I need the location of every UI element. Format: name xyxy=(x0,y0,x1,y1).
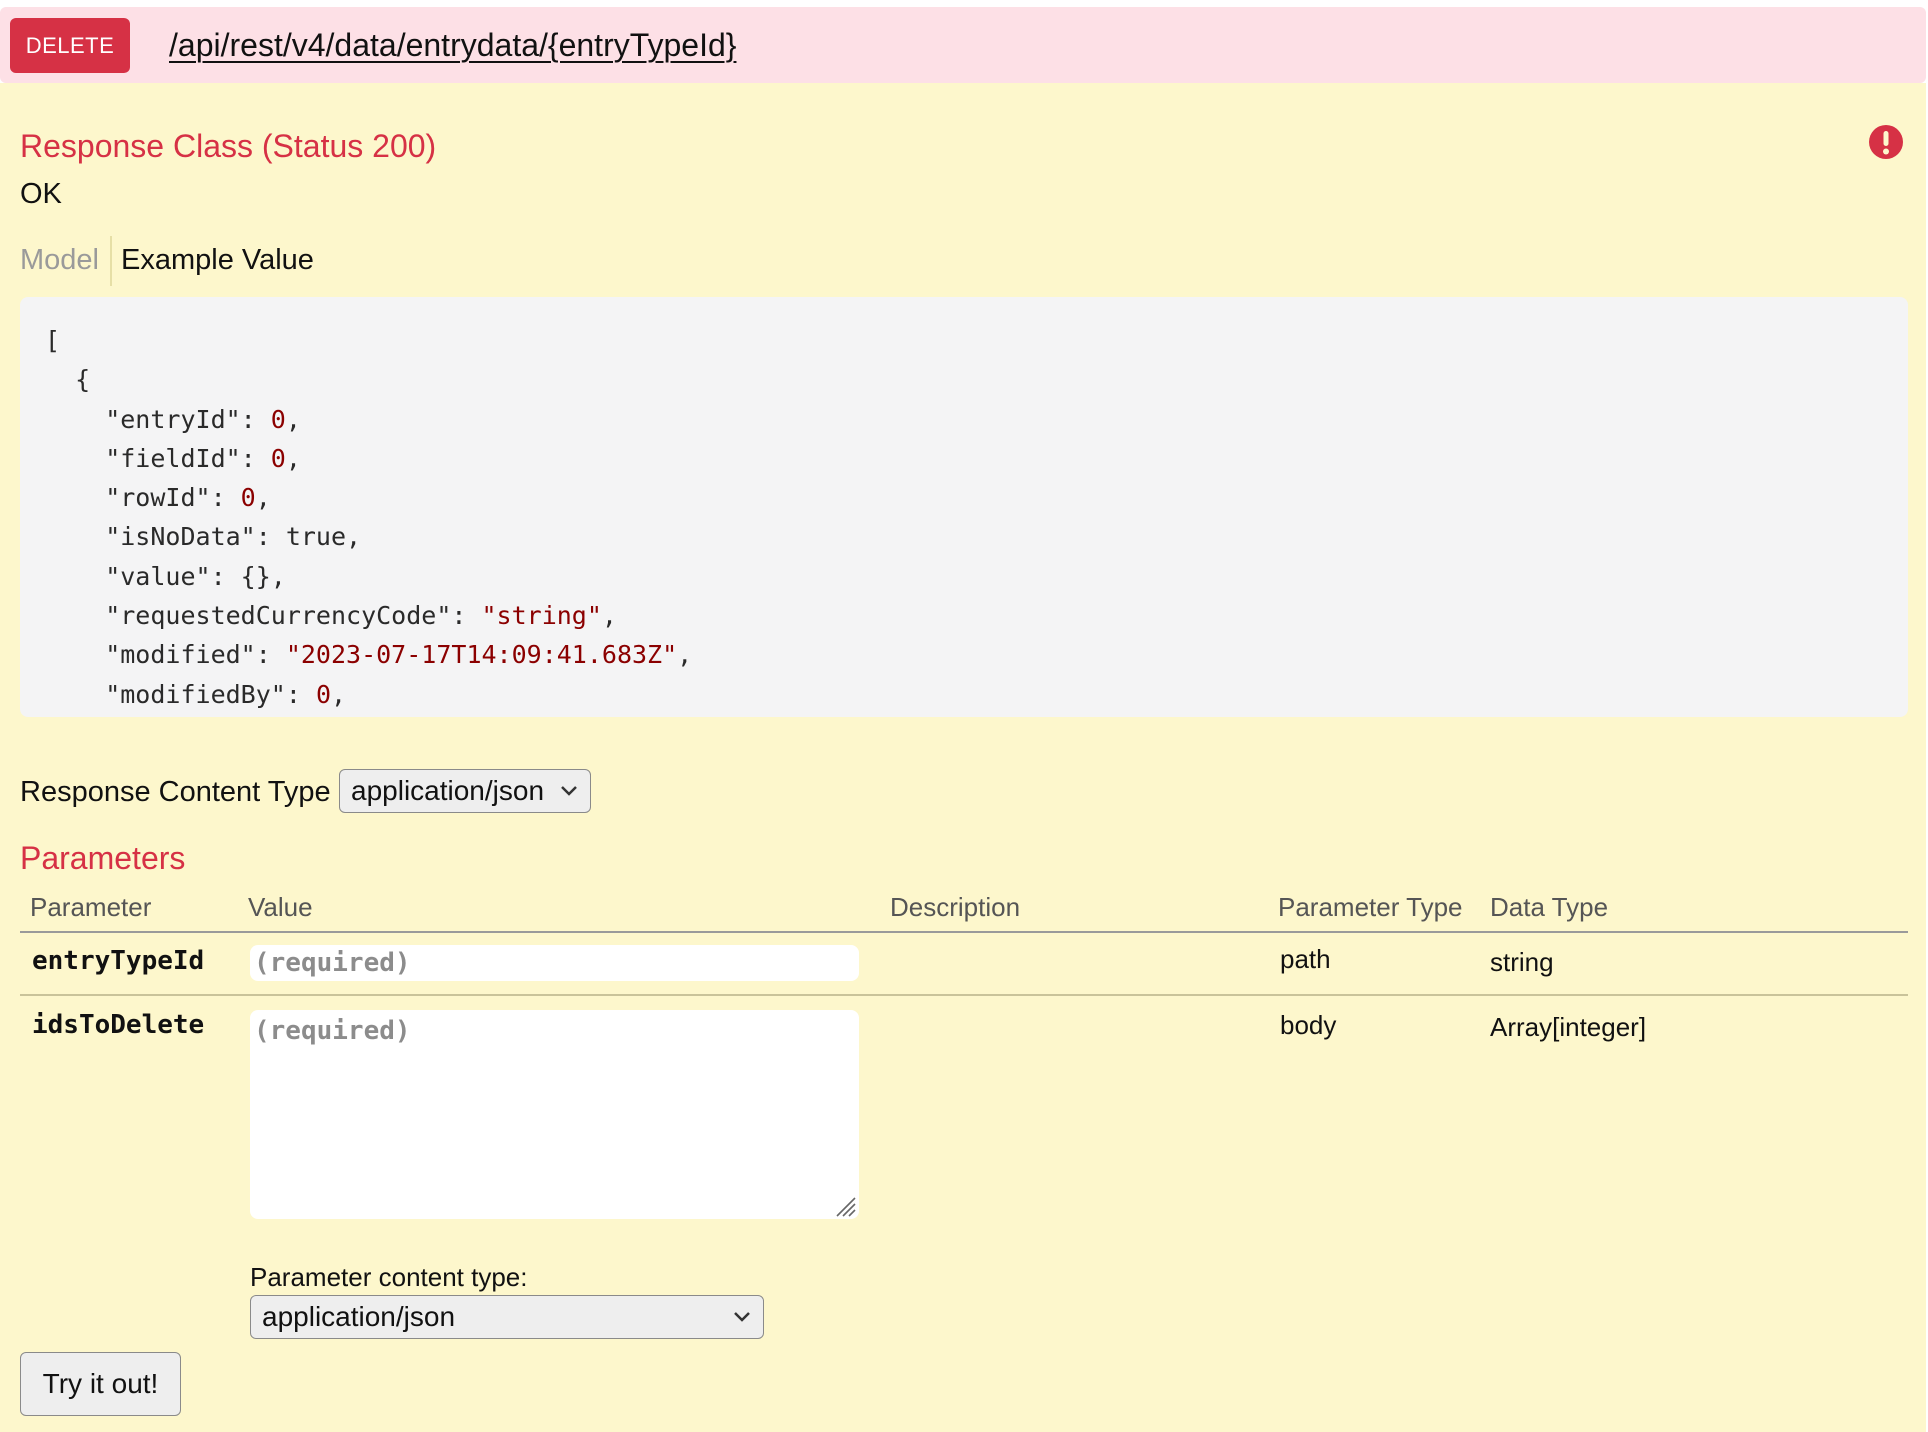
col-header-value: Value xyxy=(248,892,313,922)
table-row-divider xyxy=(20,994,1908,996)
response-content-type-value: application/json xyxy=(351,775,545,806)
param-type-idstodelete: body xyxy=(1280,1010,1337,1040)
parameters-title: Parameters xyxy=(20,840,186,876)
param-name-entrytypeid: entryTypeId xyxy=(32,946,205,976)
parameter-content-type-value: application/json xyxy=(262,1301,456,1332)
parameter-content-type-label: Parameter content type: xyxy=(250,1262,528,1292)
table-header-divider xyxy=(20,931,1908,933)
entrytypeid-input[interactable] xyxy=(250,945,859,981)
resize-grip-icon[interactable] xyxy=(833,1194,857,1218)
response-content-type-select[interactable]: application/json xyxy=(339,769,591,813)
http-method-badge[interactable]: DELETE xyxy=(10,18,130,73)
data-type-idstodelete: Array[integer] xyxy=(1490,1012,1647,1042)
try-it-out-button[interactable]: Try it out! xyxy=(20,1352,181,1416)
chevron-down-icon xyxy=(561,786,577,796)
operation-header[interactable]: DELETE /api/rest/v4/data/entrydata/{entr… xyxy=(0,7,1926,83)
idstodelete-textarea[interactable] xyxy=(250,1010,859,1219)
tab-model[interactable]: Model xyxy=(20,244,99,277)
col-header-data-type: Data Type xyxy=(1490,892,1609,922)
tab-divider xyxy=(110,236,112,286)
param-name-idstodelete: idsToDelete xyxy=(32,1010,205,1040)
error-icon xyxy=(1869,125,1903,159)
response-message: OK xyxy=(20,178,62,210)
col-header-description: Description xyxy=(890,892,1021,922)
endpoint-path-link[interactable]: /api/rest/v4/data/entrydata/{entryTypeId… xyxy=(169,27,736,64)
tab-example-value[interactable]: Example Value xyxy=(121,244,314,277)
example-value-code[interactable]: [ { "entryId": 0, "fieldId": 0, "rowId":… xyxy=(20,297,1908,717)
col-header-parameter: Parameter xyxy=(30,892,152,922)
operation-block: DELETE /api/rest/v4/data/entrydata/{entr… xyxy=(0,0,1928,1432)
data-type-entrytypeid: string xyxy=(1490,947,1554,977)
chevron-down-icon xyxy=(734,1312,750,1322)
response-content-type-label: Response Content Type xyxy=(20,776,331,808)
operation-content xyxy=(0,83,1926,1432)
parameter-content-type-select[interactable]: application/json xyxy=(250,1295,764,1339)
col-header-parameter-type: Parameter Type xyxy=(1278,892,1463,922)
example-json: [ { "entryId": 0, "fieldId": 0, "rowId":… xyxy=(45,326,693,709)
response-class-title: Response Class (Status 200) xyxy=(20,128,437,164)
param-type-entrytypeid: path xyxy=(1280,944,1331,974)
